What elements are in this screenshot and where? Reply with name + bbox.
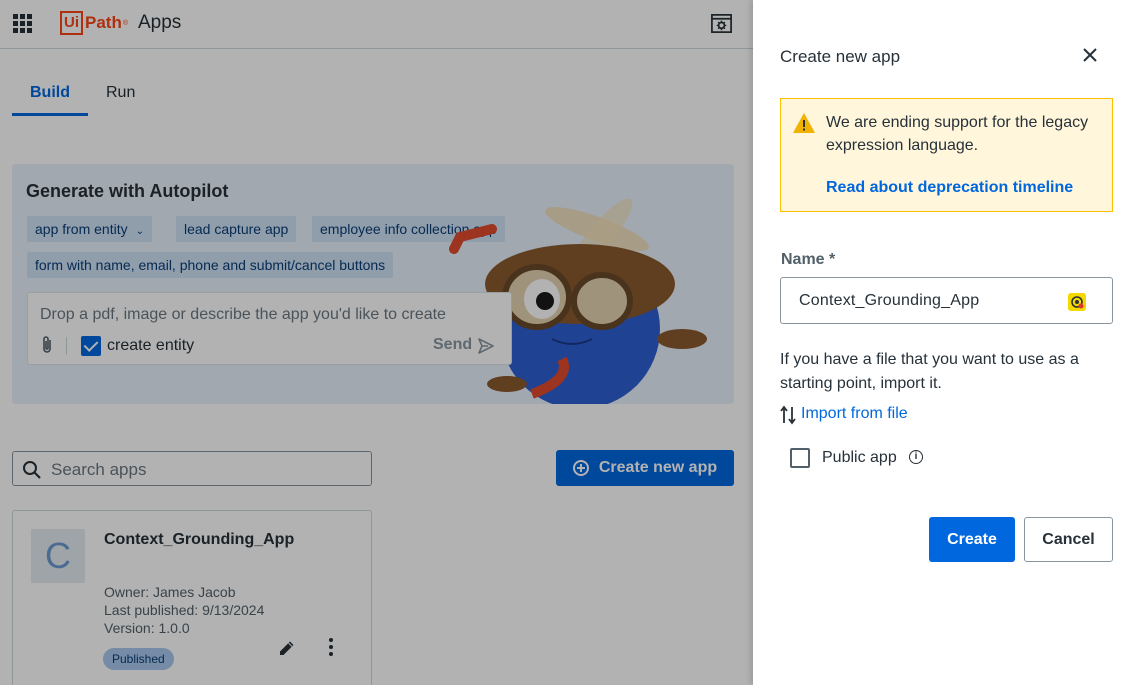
name-label: Name * <box>781 251 836 268</box>
import-arrows-icon[interactable] <box>780 405 796 425</box>
name-field[interactable]: Context_Grounding_App <box>780 277 1113 324</box>
name-value: Context_Grounding_App <box>799 292 980 309</box>
autofill-assistant-icon[interactable] <box>1068 293 1086 311</box>
import-from-file-link[interactable]: Import from file <box>801 405 908 423</box>
close-icon[interactable] <box>1081 46 1099 64</box>
info-icon[interactable]: i <box>909 450 923 464</box>
public-app-label: Public app <box>822 449 897 466</box>
deprecation-warning: We are ending support for the legacy exp… <box>780 98 1113 212</box>
panel-title: Create new app <box>780 47 901 66</box>
warning-icon <box>793 113 815 133</box>
create-app-panel: Create new app We are ending support for… <box>753 0 1130 685</box>
cancel-button[interactable]: Cancel <box>1024 517 1113 562</box>
deprecation-timeline-link[interactable]: Read about deprecation timeline <box>826 179 1073 197</box>
create-button[interactable]: Create <box>929 517 1015 562</box>
modal-backdrop[interactable] <box>0 0 753 685</box>
warning-text: We are ending support for the legacy exp… <box>826 114 1089 154</box>
import-help-text: If you have a file that you want to use … <box>780 351 1079 392</box>
public-app-checkbox[interactable] <box>790 448 810 468</box>
